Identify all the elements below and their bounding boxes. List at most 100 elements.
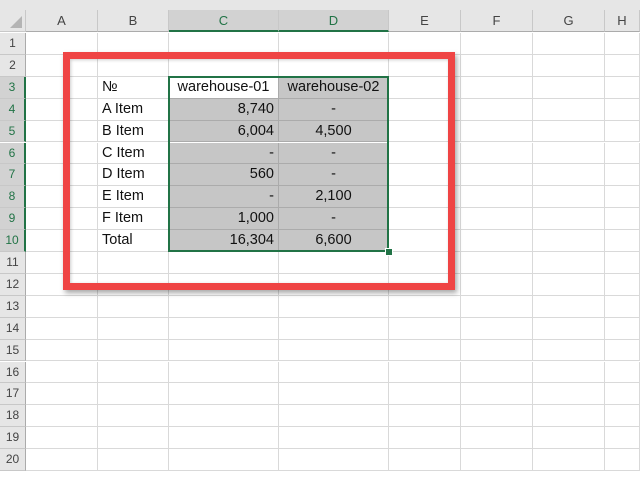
cell-E15[interactable] bbox=[389, 339, 461, 362]
column-header-B[interactable]: B bbox=[98, 10, 169, 32]
cell-F14[interactable] bbox=[461, 317, 533, 340]
cell-D17[interactable] bbox=[279, 383, 389, 406]
column-header-C[interactable]: C bbox=[169, 10, 279, 32]
cell-G8[interactable] bbox=[533, 186, 605, 209]
cell-D16[interactable] bbox=[279, 361, 389, 384]
cell-D10[interactable]: 6,600 bbox=[279, 230, 389, 252]
cell-G1[interactable] bbox=[533, 33, 605, 55]
cell-D6[interactable]: - bbox=[279, 142, 389, 165]
cell-A8[interactable] bbox=[26, 186, 98, 209]
cell-E5[interactable] bbox=[389, 120, 461, 143]
cell-D12[interactable] bbox=[279, 273, 389, 296]
select-all-button[interactable] bbox=[0, 10, 26, 32]
cell-H5[interactable] bbox=[605, 120, 640, 143]
cell-H15[interactable] bbox=[605, 339, 640, 362]
cell-F16[interactable] bbox=[461, 361, 533, 384]
cell-G3[interactable] bbox=[533, 76, 605, 99]
row-header-14[interactable]: 14 bbox=[0, 317, 26, 340]
column-header-E[interactable]: E bbox=[389, 10, 461, 32]
cell-C8[interactable]: - bbox=[169, 186, 279, 209]
cell-F19[interactable] bbox=[461, 427, 533, 450]
cell-D5[interactable]: 4,500 bbox=[279, 120, 389, 143]
cell-B7[interactable]: D Item bbox=[98, 164, 169, 187]
cell-B2[interactable] bbox=[98, 54, 169, 77]
cell-A12[interactable] bbox=[26, 273, 98, 296]
cell-H1[interactable] bbox=[605, 33, 640, 55]
cell-B4[interactable]: A Item bbox=[98, 98, 169, 121]
cell-D19[interactable] bbox=[279, 427, 389, 450]
cell-H11[interactable] bbox=[605, 252, 640, 274]
cell-E20[interactable] bbox=[389, 449, 461, 471]
cell-A15[interactable] bbox=[26, 339, 98, 362]
cell-A16[interactable] bbox=[26, 361, 98, 384]
cell-A3[interactable] bbox=[26, 76, 98, 99]
cell-E10[interactable] bbox=[389, 230, 461, 252]
cell-C1[interactable] bbox=[169, 33, 279, 55]
column-header-A[interactable]: A bbox=[26, 10, 98, 32]
cell-B5[interactable]: B Item bbox=[98, 120, 169, 143]
cell-G16[interactable] bbox=[533, 361, 605, 384]
row-header-19[interactable]: 19 bbox=[0, 427, 26, 450]
cell-G13[interactable] bbox=[533, 295, 605, 318]
cell-C13[interactable] bbox=[169, 295, 279, 318]
cell-F20[interactable] bbox=[461, 449, 533, 471]
column-header-G[interactable]: G bbox=[533, 10, 605, 32]
cell-G15[interactable] bbox=[533, 339, 605, 362]
cell-B19[interactable] bbox=[98, 427, 169, 450]
cell-E9[interactable] bbox=[389, 208, 461, 231]
cell-B1[interactable] bbox=[98, 33, 169, 55]
cell-E17[interactable] bbox=[389, 383, 461, 406]
row-header-18[interactable]: 18 bbox=[0, 405, 26, 428]
cell-H17[interactable] bbox=[605, 383, 640, 406]
cell-C5[interactable]: 6,004 bbox=[169, 120, 279, 143]
row-header-12[interactable]: 12 bbox=[0, 273, 26, 296]
cell-A2[interactable] bbox=[26, 54, 98, 77]
cell-F17[interactable] bbox=[461, 383, 533, 406]
cell-E12[interactable] bbox=[389, 273, 461, 296]
row-header-9[interactable]: 9 bbox=[0, 208, 26, 231]
cell-H2[interactable] bbox=[605, 54, 640, 77]
cell-C10[interactable]: 16,304 bbox=[169, 230, 279, 252]
cell-G10[interactable] bbox=[533, 230, 605, 252]
cell-G19[interactable] bbox=[533, 427, 605, 450]
cell-F11[interactable] bbox=[461, 252, 533, 274]
column-header-F[interactable]: F bbox=[461, 10, 533, 32]
cell-C19[interactable] bbox=[169, 427, 279, 450]
cell-H4[interactable] bbox=[605, 98, 640, 121]
cell-G14[interactable] bbox=[533, 317, 605, 340]
cell-C20[interactable] bbox=[169, 449, 279, 471]
cell-B16[interactable] bbox=[98, 361, 169, 384]
cell-A14[interactable] bbox=[26, 317, 98, 340]
cell-F2[interactable] bbox=[461, 54, 533, 77]
cell-C9[interactable]: 1,000 bbox=[169, 208, 279, 231]
cell-B8[interactable]: E Item bbox=[98, 186, 169, 209]
cell-C6[interactable]: - bbox=[169, 142, 279, 165]
cell-D4[interactable]: - bbox=[279, 98, 389, 121]
cell-D2[interactable] bbox=[279, 54, 389, 77]
cell-F4[interactable] bbox=[461, 98, 533, 121]
cell-G5[interactable] bbox=[533, 120, 605, 143]
cell-B11[interactable] bbox=[98, 252, 169, 274]
cell-C2[interactable] bbox=[169, 54, 279, 77]
row-header-1[interactable]: 1 bbox=[0, 33, 26, 55]
row-header-15[interactable]: 15 bbox=[0, 339, 26, 362]
cell-F7[interactable] bbox=[461, 164, 533, 187]
cell-E6[interactable] bbox=[389, 142, 461, 165]
cell-D14[interactable] bbox=[279, 317, 389, 340]
row-header-16[interactable]: 16 bbox=[0, 361, 26, 384]
column-header-D[interactable]: D bbox=[279, 10, 389, 32]
cell-C16[interactable] bbox=[169, 361, 279, 384]
cell-D15[interactable] bbox=[279, 339, 389, 362]
cell-G12[interactable] bbox=[533, 273, 605, 296]
cell-E19[interactable] bbox=[389, 427, 461, 450]
cell-B20[interactable] bbox=[98, 449, 169, 471]
row-header-11[interactable]: 11 bbox=[0, 252, 26, 274]
row-header-17[interactable]: 17 bbox=[0, 383, 26, 406]
column-header-H[interactable]: H bbox=[605, 10, 640, 32]
cell-B12[interactable] bbox=[98, 273, 169, 296]
cell-E2[interactable] bbox=[389, 54, 461, 77]
cell-A18[interactable] bbox=[26, 405, 98, 428]
cell-A9[interactable] bbox=[26, 208, 98, 231]
cell-C18[interactable] bbox=[169, 405, 279, 428]
row-header-6[interactable]: 6 bbox=[0, 142, 26, 165]
